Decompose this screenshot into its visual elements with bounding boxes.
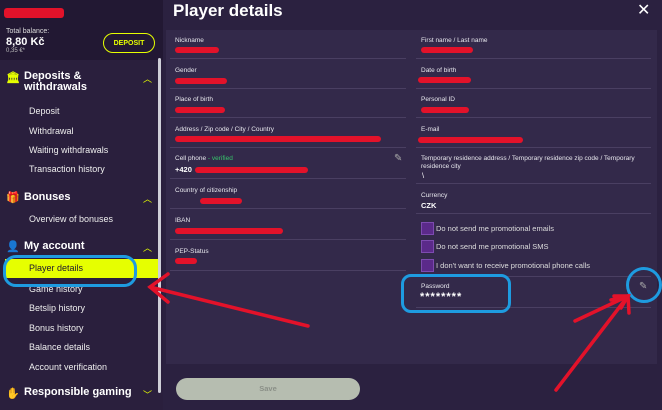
arrow-to-edit bbox=[554, 294, 630, 392]
arrow-to-player-details bbox=[148, 285, 310, 328]
annotation-arrows bbox=[147, 272, 632, 392]
